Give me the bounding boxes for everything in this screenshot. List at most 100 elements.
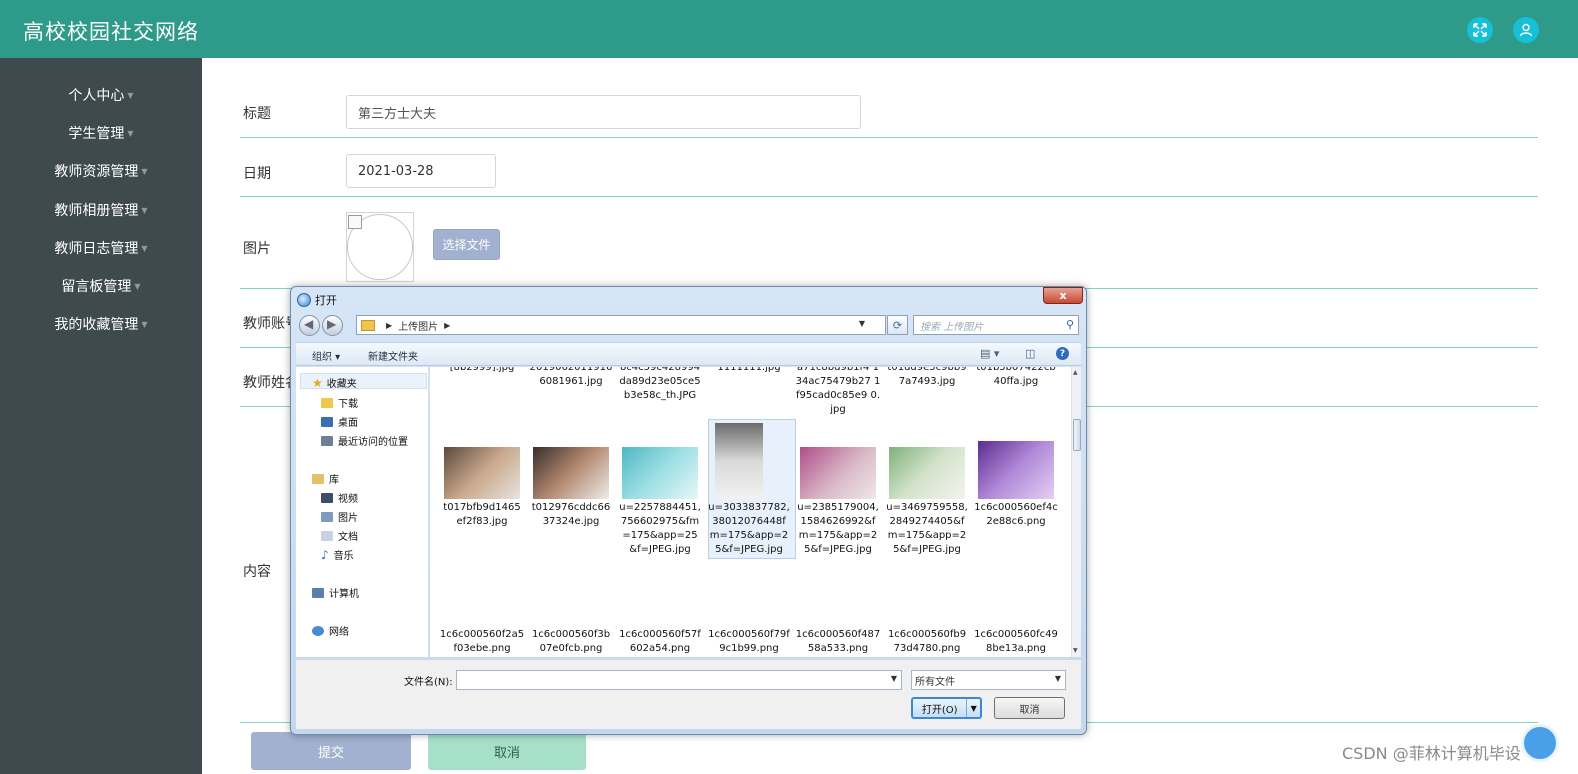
title-input[interactable]: 第三方士大夫: [346, 95, 861, 129]
address-bar[interactable]: ▶ 上传图片 ▶ ▼: [356, 315, 886, 335]
open-button-label: 打开(O): [921, 704, 958, 716]
file-list: [8b2999].jpg 2019062011916 6081961.jpg 8…: [430, 367, 1071, 657]
file-item-selected[interactable]: u=3033837782, 38012076448f m=175&app=2 5…: [706, 501, 792, 557]
refresh-button[interactable]: ⟳: [887, 315, 908, 335]
open-split-arrow-icon[interactable]: ▼: [966, 699, 980, 717]
file-item[interactable]: 1c6c000560ef4c 2e88c6.png: [973, 501, 1059, 529]
image-thumbnail[interactable]: [889, 447, 965, 499]
file-list-scrollbar[interactable]: ▲ ▼: [1071, 367, 1081, 657]
dropdown-arrow-icon[interactable]: ▼: [891, 674, 897, 683]
image-thumbnail[interactable]: [622, 447, 698, 499]
sidebar-item-teacher-resources[interactable]: 教师资源管理 ▼: [0, 159, 202, 183]
filename-input[interactable]: ▼: [456, 670, 902, 690]
file-item[interactable]: 1c6c000560f3b 07e0fcb.png: [528, 628, 614, 656]
file-item[interactable]: 1c6c000560f2a5 f03ebe.png: [439, 628, 525, 656]
nav-item-recent[interactable]: 最近访问的位置: [321, 433, 408, 448]
image-thumbnail[interactable]: [978, 441, 1054, 499]
file-item[interactable]: u=3469759558, 2849274405&f m=175&app=2 5…: [884, 501, 970, 557]
user-icon[interactable]: [1513, 17, 1539, 43]
nav-item-libraries[interactable]: 库: [312, 471, 339, 486]
chevron-down-icon: ▼: [127, 128, 134, 138]
file-item[interactable]: t012976cddc66 37324e.jpg: [528, 501, 614, 529]
search-input[interactable]: 搜索 上传图片 ⚲: [913, 315, 1079, 335]
choose-file-button[interactable]: 选择文件: [433, 229, 500, 260]
sidebar-item-teacher-log[interactable]: 教师日志管理 ▼: [0, 236, 202, 260]
sidebar-item-label: 教师日志管理: [54, 241, 139, 257]
file-item[interactable]: u=2385179004, 1584626992&f m=175&app=2 5…: [795, 501, 881, 557]
file-item[interactable]: 8c4c59c428994 da89d23e05ce5 b3e58c_th.JP…: [617, 367, 703, 403]
file-item[interactable]: 1c6c000560fb9 73d4780.png: [884, 628, 970, 656]
breadcrumb-folder[interactable]: 上传图片: [398, 318, 438, 333]
nav-item-label: 文档: [338, 532, 358, 543]
dialog-cancel-button[interactable]: 取消: [994, 697, 1065, 719]
nav-item-favorites[interactable]: ★ 收藏夹: [312, 375, 357, 391]
nav-item-videos[interactable]: 视频: [321, 490, 358, 505]
file-item[interactable]: u=2257884451, 756602975&fm =175&app=25 &…: [617, 501, 703, 557]
file-item[interactable]: t017bfb9d1465 ef2f83.jpg: [439, 501, 525, 529]
new-folder-button[interactable]: 新建文件夹: [368, 348, 418, 363]
file-item[interactable]: 2019062011916 6081961.jpg: [528, 367, 614, 389]
app-title: 高校校园社交网络: [23, 20, 199, 44]
nav-item-label: 视频: [338, 494, 358, 505]
nav-item-label: 图片: [338, 513, 358, 524]
recent-places-icon: [321, 435, 333, 446]
nav-item-label: 下载: [338, 399, 358, 410]
file-item[interactable]: t01b5b07422cb 40ffa.jpg: [973, 367, 1059, 389]
fullscreen-icon[interactable]: [1467, 17, 1493, 43]
broken-image-icon: [348, 215, 362, 229]
top-header: 高校校园社交网络: [0, 0, 1578, 58]
image-thumbnail[interactable]: [715, 423, 763, 499]
file-item[interactable]: 1c6c000560f57f 602a54.png: [617, 628, 703, 656]
title-label: 标题: [243, 106, 271, 122]
submit-button[interactable]: 提交: [251, 732, 411, 770]
filename-label: 文件名(N):: [404, 677, 453, 688]
nav-item-network[interactable]: 网络: [312, 623, 349, 638]
nav-item-documents[interactable]: 文档: [321, 528, 358, 543]
sidebar-item-personal-center[interactable]: 个人中心 ▼: [0, 83, 202, 107]
file-item[interactable]: 1111111.jpg: [706, 367, 792, 375]
chevron-right-icon: ▶: [444, 320, 451, 330]
view-options-icon[interactable]: ▤ ▾: [980, 347, 999, 360]
sidebar-item-student-management[interactable]: 学生管理 ▼: [0, 121, 202, 145]
file-item[interactable]: 1c6c000560f487 58a533.png: [795, 628, 881, 656]
pictures-icon: [321, 511, 333, 522]
image-thumbnail[interactable]: [444, 447, 520, 499]
file-item[interactable]: [8b2999].jpg: [439, 367, 525, 375]
sidebar-item-label: 我的收藏管理: [54, 317, 139, 333]
back-to-top-button[interactable]: [1521, 724, 1559, 762]
preview-pane-icon[interactable]: ◫: [1025, 347, 1035, 360]
dropdown-arrow-icon[interactable]: ▼: [859, 319, 865, 328]
file-item[interactable]: t01dd9e5c9bb9 7a7493.jpg: [884, 367, 970, 389]
sidebar-item-teacher-album[interactable]: 教师相册管理 ▼: [0, 198, 202, 222]
nav-item-computer[interactable]: 计算机: [312, 585, 359, 600]
back-button[interactable]: ◀: [299, 315, 320, 336]
file-item[interactable]: 1c6c000560fc49 8be13a.png: [973, 628, 1059, 656]
nav-item-music[interactable]: ♪ 音乐: [321, 547, 354, 563]
dropdown-arrow-icon[interactable]: ▼: [1055, 674, 1061, 683]
organize-menu[interactable]: 组织 ▾: [312, 348, 340, 363]
image-thumbnail[interactable]: [800, 447, 876, 499]
nav-item-desktop[interactable]: 桌面: [321, 414, 358, 429]
nav-item-downloads[interactable]: 下载: [321, 395, 358, 410]
dialog-close-button[interactable]: x: [1043, 287, 1083, 304]
open-button[interactable]: 打开(O) ▼: [911, 697, 982, 719]
sidebar-item-my-favorites[interactable]: 我的收藏管理 ▼: [0, 312, 202, 336]
download-folder-icon: [321, 397, 333, 408]
search-icon: ⚲: [1065, 318, 1074, 331]
cancel-button[interactable]: 取消: [428, 732, 586, 770]
date-input[interactable]: 2021-03-28: [346, 154, 496, 188]
libraries-icon: [312, 473, 324, 484]
image-thumbnail[interactable]: [533, 447, 609, 499]
forward-button[interactable]: ▶: [322, 315, 343, 336]
nav-item-label: 网络: [329, 627, 349, 638]
file-type-select[interactable]: 所有文件 ▼: [911, 670, 1066, 690]
scroll-thumb[interactable]: [1073, 419, 1081, 451]
scroll-up-icon[interactable]: ▲: [1073, 369, 1078, 376]
file-item[interactable]: a71c8bd9b1f4 134ac75479b27 1f95cad0c85e9…: [795, 367, 881, 417]
scroll-down-icon[interactable]: ▼: [1073, 647, 1078, 654]
nav-item-pictures[interactable]: 图片: [321, 509, 358, 524]
sidebar-item-message-board[interactable]: 留言板管理 ▼: [0, 274, 202, 298]
help-icon[interactable]: ?: [1056, 347, 1069, 360]
file-item[interactable]: 1c6c000560f79f 9c1b99.png: [706, 628, 792, 656]
dialog-toolbar: 组织 ▾ 新建文件夹 ▤ ▾ ◫ ?: [296, 342, 1081, 366]
